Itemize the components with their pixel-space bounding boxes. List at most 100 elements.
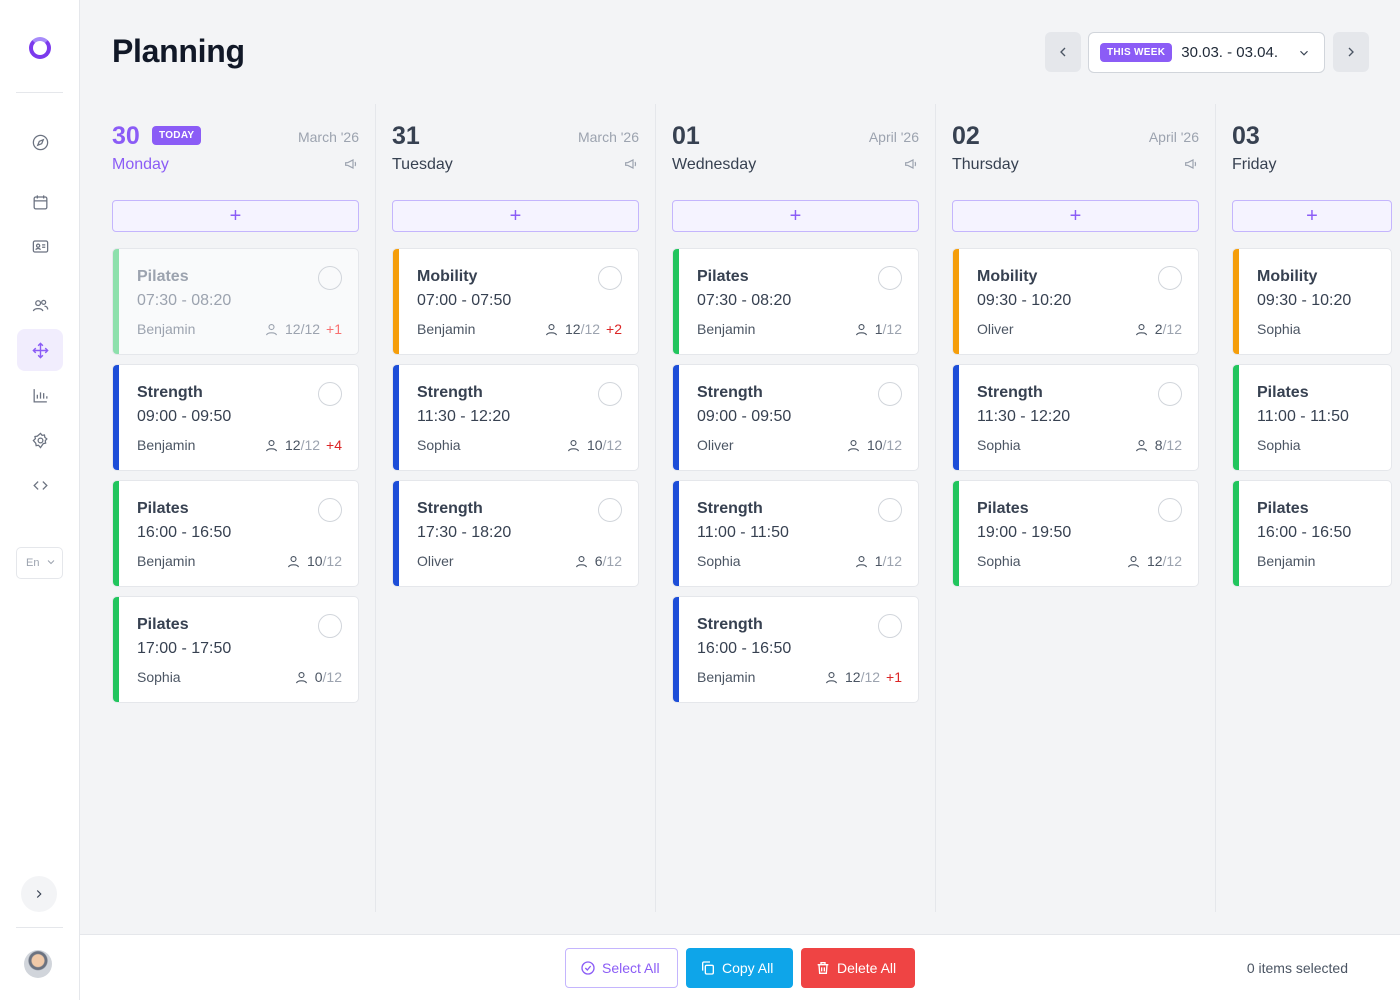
select-all-button[interactable]: Select All [565, 948, 678, 988]
weekday-label: Friday [1232, 156, 1277, 173]
add-class-button[interactable]: + [392, 200, 639, 232]
select-checkbox[interactable] [598, 382, 622, 406]
class-time: 11:30 - 12:20 [417, 408, 511, 425]
announce-button[interactable] [903, 156, 919, 177]
person-icon [567, 439, 580, 451]
select-checkbox[interactable] [598, 498, 622, 522]
class-time: 16:00 - 16:50 [1257, 524, 1352, 541]
person-icon [825, 671, 838, 683]
nav-users[interactable] [17, 284, 63, 326]
select-checkbox[interactable] [878, 498, 902, 522]
nav-calendar[interactable] [17, 181, 63, 223]
class-card[interactable]: Pilates 11:00 - 11:50 Sophia [1232, 364, 1392, 471]
select-checkbox[interactable] [598, 266, 622, 290]
nav-members[interactable] [17, 225, 63, 267]
class-title: Pilates [1257, 384, 1309, 401]
select-checkbox[interactable] [1158, 498, 1182, 522]
add-class-button[interactable]: + [672, 200, 919, 232]
class-card[interactable]: Mobility 07:00 - 07:50 Benjamin 12/12 +2 [392, 248, 639, 355]
this-week-badge: THIS WEEK [1100, 43, 1173, 62]
class-card[interactable]: Strength 11:00 - 11:50 Sophia 1/12 [672, 480, 919, 587]
add-class-button[interactable]: + [952, 200, 1199, 232]
person-icon [575, 555, 587, 567]
check-circle-icon [581, 961, 595, 975]
class-title: Strength [697, 500, 763, 517]
nav-developer[interactable] [17, 464, 63, 506]
booked-count: 2 [1154, 321, 1163, 337]
code-icon [32, 480, 48, 490]
person-icon [855, 555, 867, 567]
select-checkbox[interactable] [318, 266, 342, 290]
announce-button[interactable] [343, 156, 359, 177]
class-coach: Benjamin [417, 321, 476, 337]
booked-count: 10 [586, 437, 603, 453]
delete-all-label: Delete All [837, 960, 897, 976]
add-class-button[interactable]: + [1232, 200, 1392, 232]
announce-button[interactable] [1183, 156, 1199, 177]
week-selector[interactable]: THIS WEEK 30.03. - 03.04. [1088, 32, 1325, 73]
select-checkbox[interactable] [318, 614, 342, 638]
capacity: /12 [322, 669, 342, 685]
next-week-button[interactable] [1333, 32, 1369, 72]
class-color-bar [673, 597, 679, 702]
class-card[interactable]: Strength 09:00 - 09:50 Oliver 10/12 [672, 364, 919, 471]
select-checkbox[interactable] [878, 382, 902, 406]
nav-dashboard[interactable] [17, 121, 63, 163]
previous-week-button[interactable] [1045, 32, 1081, 72]
class-card[interactable]: Pilates 07:30 - 08:20 Benjamin 1/12 [672, 248, 919, 355]
person-icon [265, 439, 278, 451]
day-number: 31 [392, 122, 420, 150]
class-list: Pilates 07:30 - 08:20 Benjamin 12/12 +1 Stren… [112, 248, 359, 712]
announce-button[interactable] [623, 156, 639, 177]
class-color-bar [1233, 481, 1239, 586]
copy-all-button[interactable]: Copy All [686, 948, 793, 988]
add-class-button[interactable]: + [112, 200, 359, 232]
class-color-bar [953, 365, 959, 470]
class-card[interactable]: Pilates 16:00 - 16:50 Benjamin 10/12 [112, 480, 359, 587]
class-card[interactable]: Strength 11:30 - 12:20 Sophia 10/12 [392, 364, 639, 471]
class-time: 17:30 - 18:20 [417, 524, 512, 541]
delete-all-button[interactable]: Delete All [801, 948, 915, 988]
copy-all-label: Copy All [722, 960, 774, 976]
select-checkbox[interactable] [878, 614, 902, 638]
class-card[interactable]: Mobility 09:30 - 10:20 Oliver 2/12 [952, 248, 1199, 355]
class-card[interactable]: Strength 11:30 - 12:20 Sophia 8/12 [952, 364, 1199, 471]
capacity: /12 [300, 321, 321, 337]
class-color-bar [113, 365, 119, 470]
bar-chart-icon [33, 388, 47, 402]
booked-count: 1 [874, 321, 883, 337]
language-select[interactable]: En [16, 547, 63, 579]
attendance-count: 12/12 +2 [544, 321, 622, 337]
nav-settings[interactable] [17, 419, 63, 461]
app-logo[interactable] [29, 37, 51, 59]
class-card[interactable]: Pilates 19:00 - 19:50 Sophia 12/12 [952, 480, 1199, 587]
class-coach: Sophia [977, 437, 1021, 453]
class-card[interactable]: Pilates 16:00 - 16:50 Benjamin [1232, 480, 1392, 587]
nav-planning[interactable] [17, 329, 63, 371]
class-card[interactable]: Mobility 09:30 - 10:20 Sophia [1232, 248, 1392, 355]
avatar[interactable] [24, 950, 52, 978]
class-card[interactable]: Pilates 07:30 - 08:20 Benjamin 12/12 +1 [112, 248, 359, 355]
class-card[interactable]: Pilates 17:00 - 17:50 Sophia 0/12 [112, 596, 359, 703]
class-list: Mobility 09:30 - 10:20 Sophia Pilates 11:00 … [1232, 248, 1400, 596]
class-time: 11:30 - 12:20 [977, 408, 1071, 425]
nav-statistics[interactable] [17, 374, 63, 416]
class-title: Pilates [137, 500, 189, 517]
select-checkbox[interactable] [1158, 266, 1182, 290]
class-card[interactable]: Strength 16:00 - 16:50 Benjamin 12/12 +1 [672, 596, 919, 703]
class-coach: Benjamin [1257, 553, 1316, 569]
select-checkbox[interactable] [1158, 382, 1182, 406]
class-color-bar [393, 249, 399, 354]
person-icon [287, 555, 300, 567]
weekday-label: Thursday [952, 156, 1019, 173]
capacity: /12 [300, 437, 321, 453]
select-checkbox[interactable] [878, 266, 902, 290]
scrollbar[interactable] [1394, 0, 1400, 934]
class-color-bar [113, 481, 119, 586]
expand-sidebar-button[interactable] [21, 876, 57, 912]
select-checkbox[interactable] [318, 498, 342, 522]
class-card[interactable]: Strength 17:30 - 18:20 Oliver 6/12 [392, 480, 639, 587]
select-checkbox[interactable] [318, 382, 342, 406]
class-card[interactable]: Strength 09:00 - 09:50 Benjamin 12/12 +4 [112, 364, 359, 471]
class-title: Mobility [417, 268, 478, 285]
